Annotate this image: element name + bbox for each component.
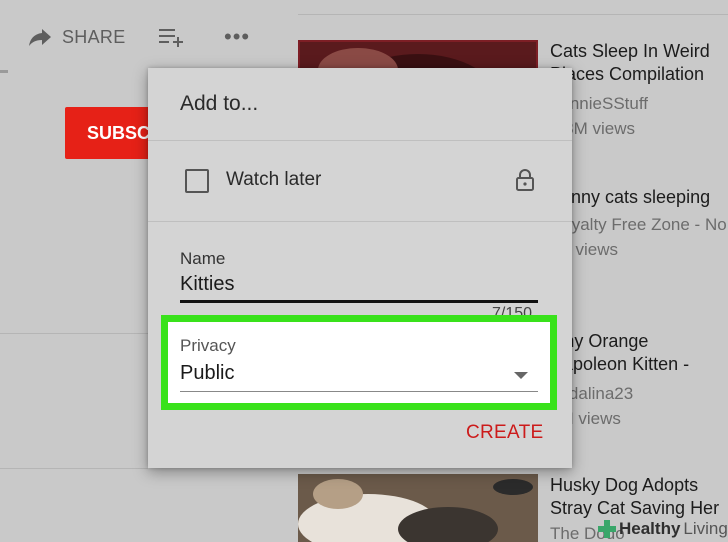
watermark-brand-suffix: Living [683,519,728,538]
dialog-title: Add to... [180,92,259,115]
privacy-underline [180,391,538,392]
video-title[interactable]: Tiny Orange [550,330,728,353]
video-thumbnail[interactable] [298,474,538,542]
video-action-bar: SHARE ••• [0,0,290,72]
video-title[interactable]: Funny cats sleeping [550,186,728,209]
share-label: SHARE [62,26,126,47]
video-channel: andalina23 [550,384,634,403]
name-input-underline [180,300,538,303]
video-channel: Royalty Free Zone - No [550,215,727,234]
divider [0,333,148,334]
plus-cross-icon [598,520,616,538]
video-title[interactable]: Cats Sleep In Weird [550,40,728,63]
dropdown-arrow-icon[interactable] [514,372,528,379]
dialog-divider [148,221,572,222]
watch-later-checkbox[interactable] [185,169,209,193]
subscribe-button[interactable]: SUBSCRIBE [65,107,155,159]
video-title-line2[interactable]: Places Compilation [550,63,728,86]
divider [0,468,148,469]
share-button[interactable]: SHARE [28,24,126,50]
watermark: Healthy Living [598,517,728,541]
video-views: 3.8M views [550,119,636,138]
share-arrow-icon [29,29,51,46]
video-views: 5K views [550,240,619,259]
watermark-brand: Healthy [619,519,681,538]
more-options-icon[interactable]: ••• [224,26,250,48]
create-button[interactable]: CREATE [466,422,543,444]
name-field-label: Name [180,249,226,268]
video-title[interactable]: Husky Dog Adopts [550,474,728,497]
playlist-name-input[interactable]: Kitties [180,273,538,301]
video-channel: FunnieSStuff [550,94,648,113]
video-views: 2M views [550,409,621,428]
privacy-label: Privacy [180,336,236,355]
dialog-divider [148,140,572,141]
watch-later-label[interactable]: Watch later [226,169,321,191]
add-to-playlist-icon[interactable] [158,26,186,48]
tab-underline [0,70,8,73]
privacy-select-value[interactable]: Public [180,362,234,385]
lock-icon [516,169,534,191]
video-title-line2[interactable]: Napoleon Kitten - [550,353,728,376]
privacy-select-highlight[interactable]: Privacy Public [161,315,557,410]
